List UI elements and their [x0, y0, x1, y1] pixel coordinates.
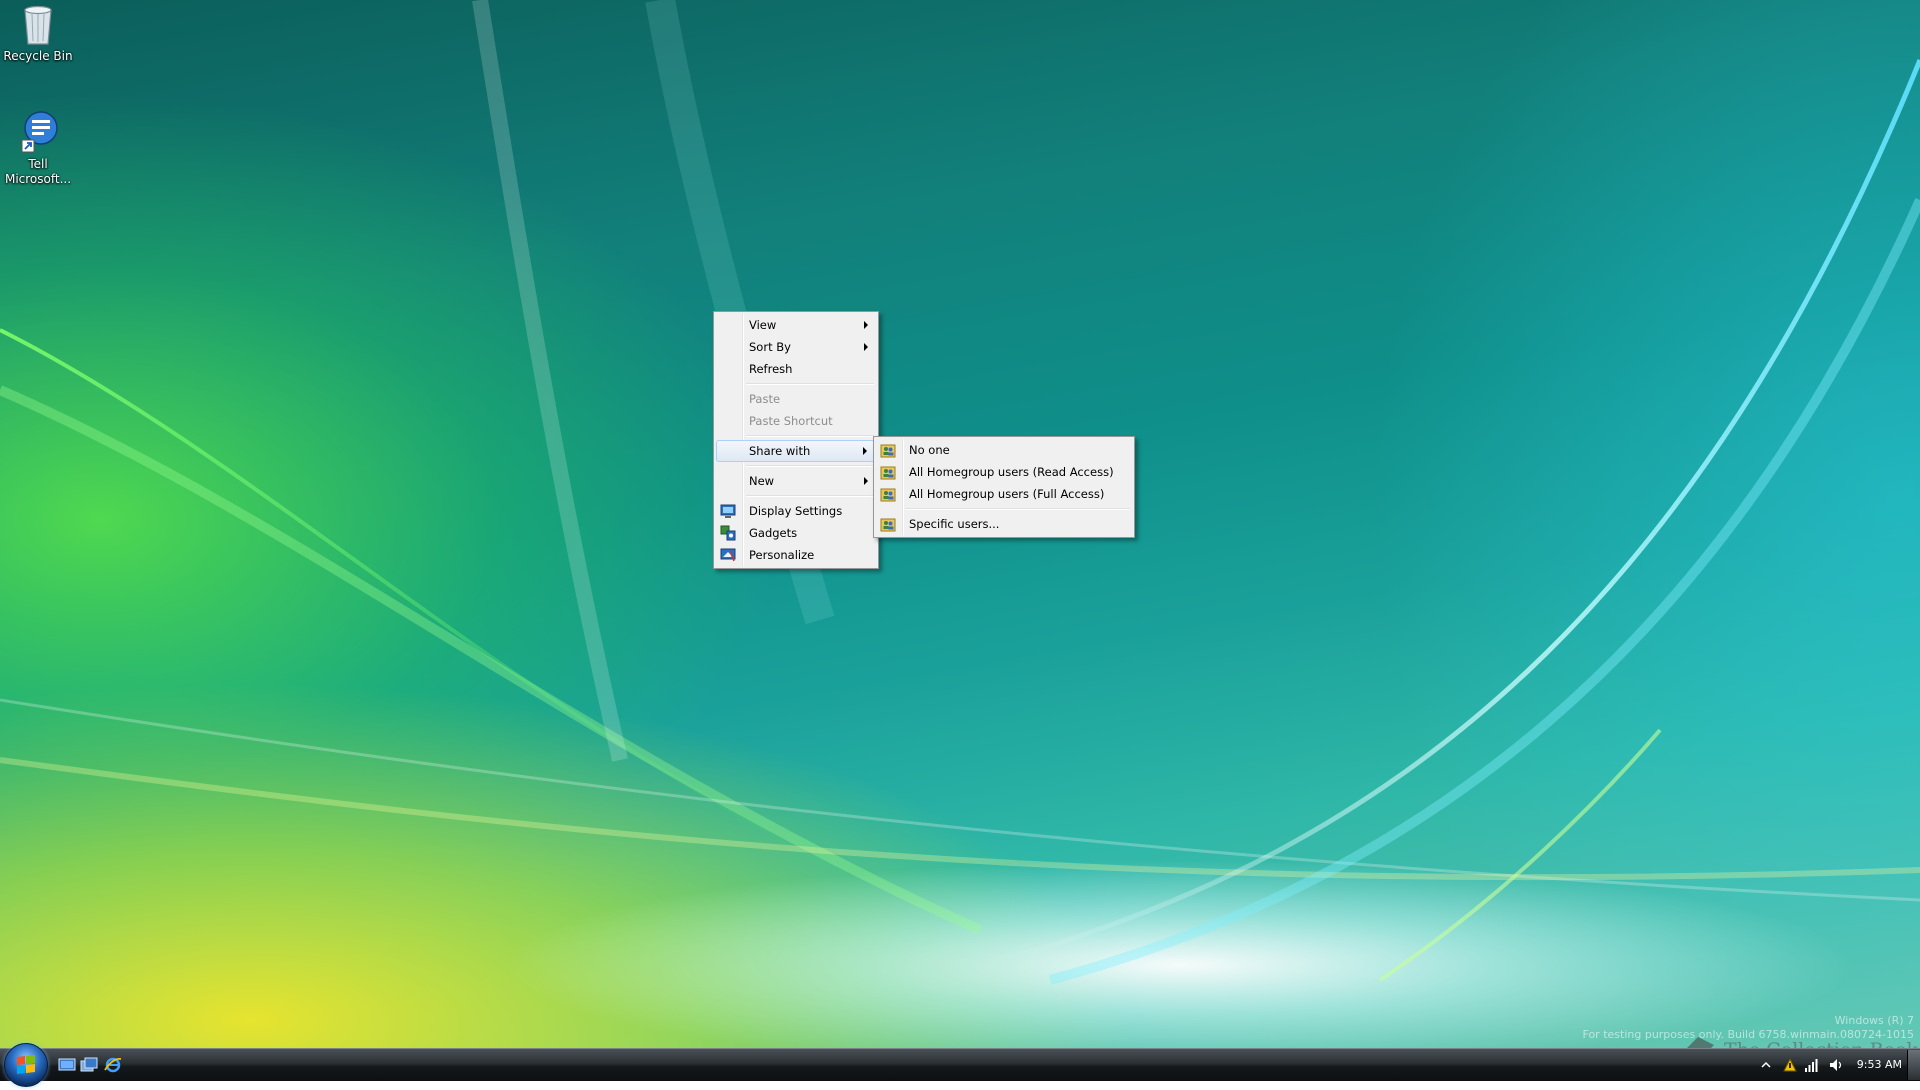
personalize-icon: [720, 548, 736, 562]
display-settings-icon: [720, 504, 736, 518]
submenu-item-homegroup-read[interactable]: All Homegroup users (Read Access): [876, 461, 1132, 483]
desktop-context-menu: View Sort By Refresh Paste Paste Shortcu…: [713, 311, 879, 569]
menu-item-label: Share with: [749, 444, 811, 458]
submenu-item-no-one[interactable]: No one: [876, 439, 1132, 461]
users-icon: [880, 488, 896, 502]
menu-separator: [906, 505, 1132, 513]
menu-item-share-with[interactable]: Share with: [716, 440, 876, 462]
desktop-icon-label: Recycle Bin: [3, 49, 73, 63]
feedback-icon: [21, 111, 58, 153]
submenu-item-homegroup-full[interactable]: All Homegroup users (Full Access): [876, 483, 1132, 505]
menu-item-refresh[interactable]: Refresh: [716, 358, 876, 380]
submenu-arrow-icon: [864, 321, 868, 329]
gadgets-icon: [720, 525, 736, 541]
menu-item-label: Personalize: [749, 548, 815, 562]
taskbar-clock[interactable]: 9:53 AM: [1857, 1058, 1902, 1071]
users-icon: [880, 518, 896, 532]
menu-item-label: View: [749, 318, 777, 332]
submenu-arrow-icon: [863, 447, 867, 455]
submenu-item-specific-users[interactable]: Specific users...: [876, 513, 1132, 535]
submenu-arrow-icon: [864, 477, 868, 485]
menu-item-label: No one: [909, 443, 950, 457]
menu-item-label: New: [749, 474, 775, 488]
menu-item-label: Gadgets: [749, 526, 798, 540]
menu-item-paste: Paste: [716, 388, 876, 410]
menu-item-label: Refresh: [749, 362, 793, 376]
menu-separator: [746, 380, 876, 388]
menu-separator: [746, 492, 876, 500]
action-center-icon[interactable]: [1782, 1057, 1798, 1073]
menu-item-label: Paste Shortcut: [749, 414, 833, 428]
menu-item-label: Paste: [749, 392, 781, 406]
users-icon: [880, 444, 896, 458]
network-icon[interactable]: [1804, 1057, 1820, 1073]
recycle-bin-icon: [24, 5, 52, 45]
menu-item-label: Specific users...: [909, 517, 1000, 531]
menu-item-label: All Homegroup users (Read Access): [909, 465, 1114, 479]
start-button[interactable]: [4, 1043, 48, 1087]
desktop-icon-label: Tell Microsoft...: [4, 157, 72, 186]
volume-icon[interactable]: [1828, 1057, 1844, 1073]
menu-item-label: Sort By: [749, 340, 791, 354]
menu-separator: [746, 432, 876, 440]
menu-item-gadgets[interactable]: Gadgets: [716, 522, 876, 544]
desktop-icon-recycle-bin[interactable]: Recycle Bin: [0, 2, 76, 64]
internet-explorer-icon[interactable]: [104, 1056, 122, 1074]
menu-item-display-settings[interactable]: Display Settings: [716, 500, 876, 522]
desktop[interactable]: Recycle Bin Tell Microsoft... View Sort …: [0, 0, 1920, 1048]
taskbar: 9:53 AM: [0, 1043, 1920, 1087]
submenu-arrow-icon: [864, 343, 868, 351]
desktop-icon-tell-microsoft[interactable]: Tell Microsoft...: [0, 108, 76, 187]
switch-windows-icon[interactable]: [80, 1056, 98, 1074]
menu-item-personalize[interactable]: Personalize: [716, 544, 876, 566]
menu-item-sort-by[interactable]: Sort By: [716, 336, 876, 358]
users-icon: [880, 466, 896, 480]
menu-item-view[interactable]: View: [716, 314, 876, 336]
show-hidden-icons-icon[interactable]: [1758, 1057, 1774, 1073]
menu-item-paste-shortcut: Paste Shortcut: [716, 410, 876, 432]
menu-separator: [746, 462, 876, 470]
show-desktop-icon[interactable]: [58, 1056, 76, 1074]
share-with-submenu: No one All Homegroup users (Read Access)…: [873, 436, 1135, 538]
show-desktop-button[interactable]: [1907, 1050, 1920, 1080]
watermark-line-1: Windows (R) 7: [1834, 1014, 1914, 1027]
menu-item-new[interactable]: New: [716, 470, 876, 492]
menu-item-label: All Homegroup users (Full Access): [909, 487, 1105, 501]
menu-item-label: Display Settings: [749, 504, 843, 518]
